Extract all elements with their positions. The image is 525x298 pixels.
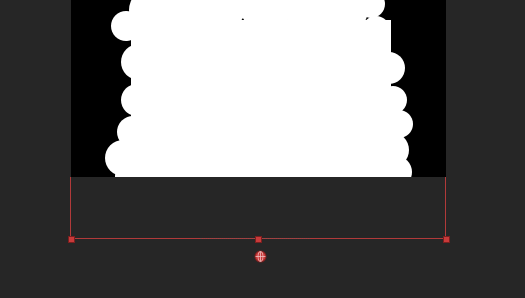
- mask-image: [71, 0, 446, 177]
- crosshair-globe-icon[interactable]: [254, 250, 267, 263]
- resize-handle-bottom-right[interactable]: [443, 236, 450, 243]
- resize-handle-bottom-middle[interactable]: [255, 236, 262, 243]
- white-cloud-mask: [71, 0, 446, 177]
- selection-frame[interactable]: [70, 177, 446, 239]
- resize-handle-bottom-left[interactable]: [68, 236, 75, 243]
- canvas-area[interactable]: [0, 0, 525, 298]
